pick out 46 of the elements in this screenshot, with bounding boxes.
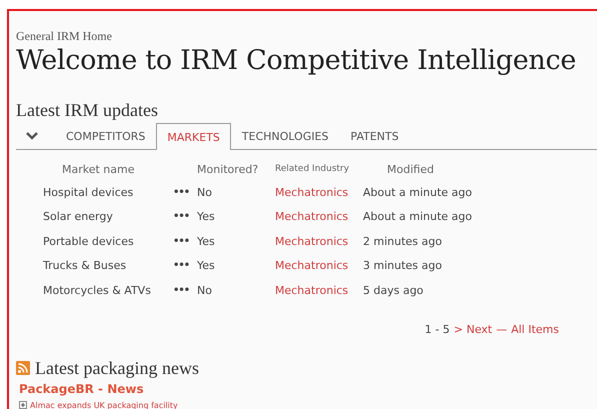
more-options[interactable]: •••	[173, 254, 197, 278]
industry-link[interactable]: Mechatronics	[275, 180, 363, 204]
modified-time: 3 minutes ago	[363, 258, 443, 274]
all-items-link[interactable]: All Items	[511, 322, 559, 336]
column-header[interactable]: Market name	[43, 158, 173, 180]
column-header[interactable]: Related Industry	[275, 158, 363, 180]
modified-time: About a minute ago	[363, 209, 474, 226]
more-options[interactable]: •••	[173, 278, 197, 302]
monitored-value: Yes	[197, 234, 216, 250]
tab[interactable]: PATENTS	[340, 123, 410, 149]
section-heading: Latest IRM updates	[16, 100, 159, 121]
page-range: 1 - 5	[424, 322, 450, 336]
tab[interactable]: TECHNOLOGIES	[230, 123, 340, 149]
market-name: Motorcycles & ATVs	[43, 282, 152, 299]
industry-link[interactable]: Mechatronics	[275, 254, 363, 278]
industry-link[interactable]: Mechatronics	[275, 204, 363, 229]
page-title: Welcome to IRM Competitive Intelligence	[16, 45, 578, 76]
tab[interactable]: MARKETS	[156, 123, 231, 150]
news-heading: Latest packaging news	[35, 358, 199, 378]
tab[interactable]: COMPETITORS	[55, 123, 156, 149]
chevron-down-icon[interactable]	[25, 131, 39, 141]
market-name: Trucks & Buses	[43, 258, 128, 274]
monitored-value: No	[197, 184, 213, 201]
more-options[interactable]: •••	[173, 204, 197, 229]
monitored-value: Yes	[197, 258, 216, 274]
market-name: Solar energy	[43, 209, 114, 226]
more-options[interactable]: •••	[173, 229, 197, 254]
separator: —	[496, 322, 508, 336]
industry-link[interactable]: Mechatronics	[275, 229, 363, 254]
market-name: Hospital devices	[43, 184, 134, 201]
monitored-value: No	[197, 282, 213, 299]
more-options[interactable]: •••	[173, 180, 197, 204]
column-header[interactable]: Modified	[363, 158, 523, 180]
modified-time: 2 minutes ago	[363, 234, 443, 250]
monitored-value: Yes	[197, 209, 216, 226]
expand-icon[interactable]	[19, 401, 27, 409]
news-link[interactable]: Almac expands UK packaging facility	[30, 400, 178, 409]
breadcrumb: General IRM Home	[16, 29, 113, 44]
industry-link[interactable]: Mechatronics	[275, 278, 363, 302]
feed-title[interactable]: PackageBR - News	[19, 382, 597, 396]
market-name: Portable devices	[43, 234, 135, 250]
modified-time: 5 days ago	[363, 282, 424, 299]
modified-time: About a minute ago	[363, 184, 474, 201]
column-header[interactable]: Monitored?	[197, 158, 275, 180]
rss-icon	[16, 361, 30, 375]
next-link[interactable]: > Next	[454, 322, 492, 336]
